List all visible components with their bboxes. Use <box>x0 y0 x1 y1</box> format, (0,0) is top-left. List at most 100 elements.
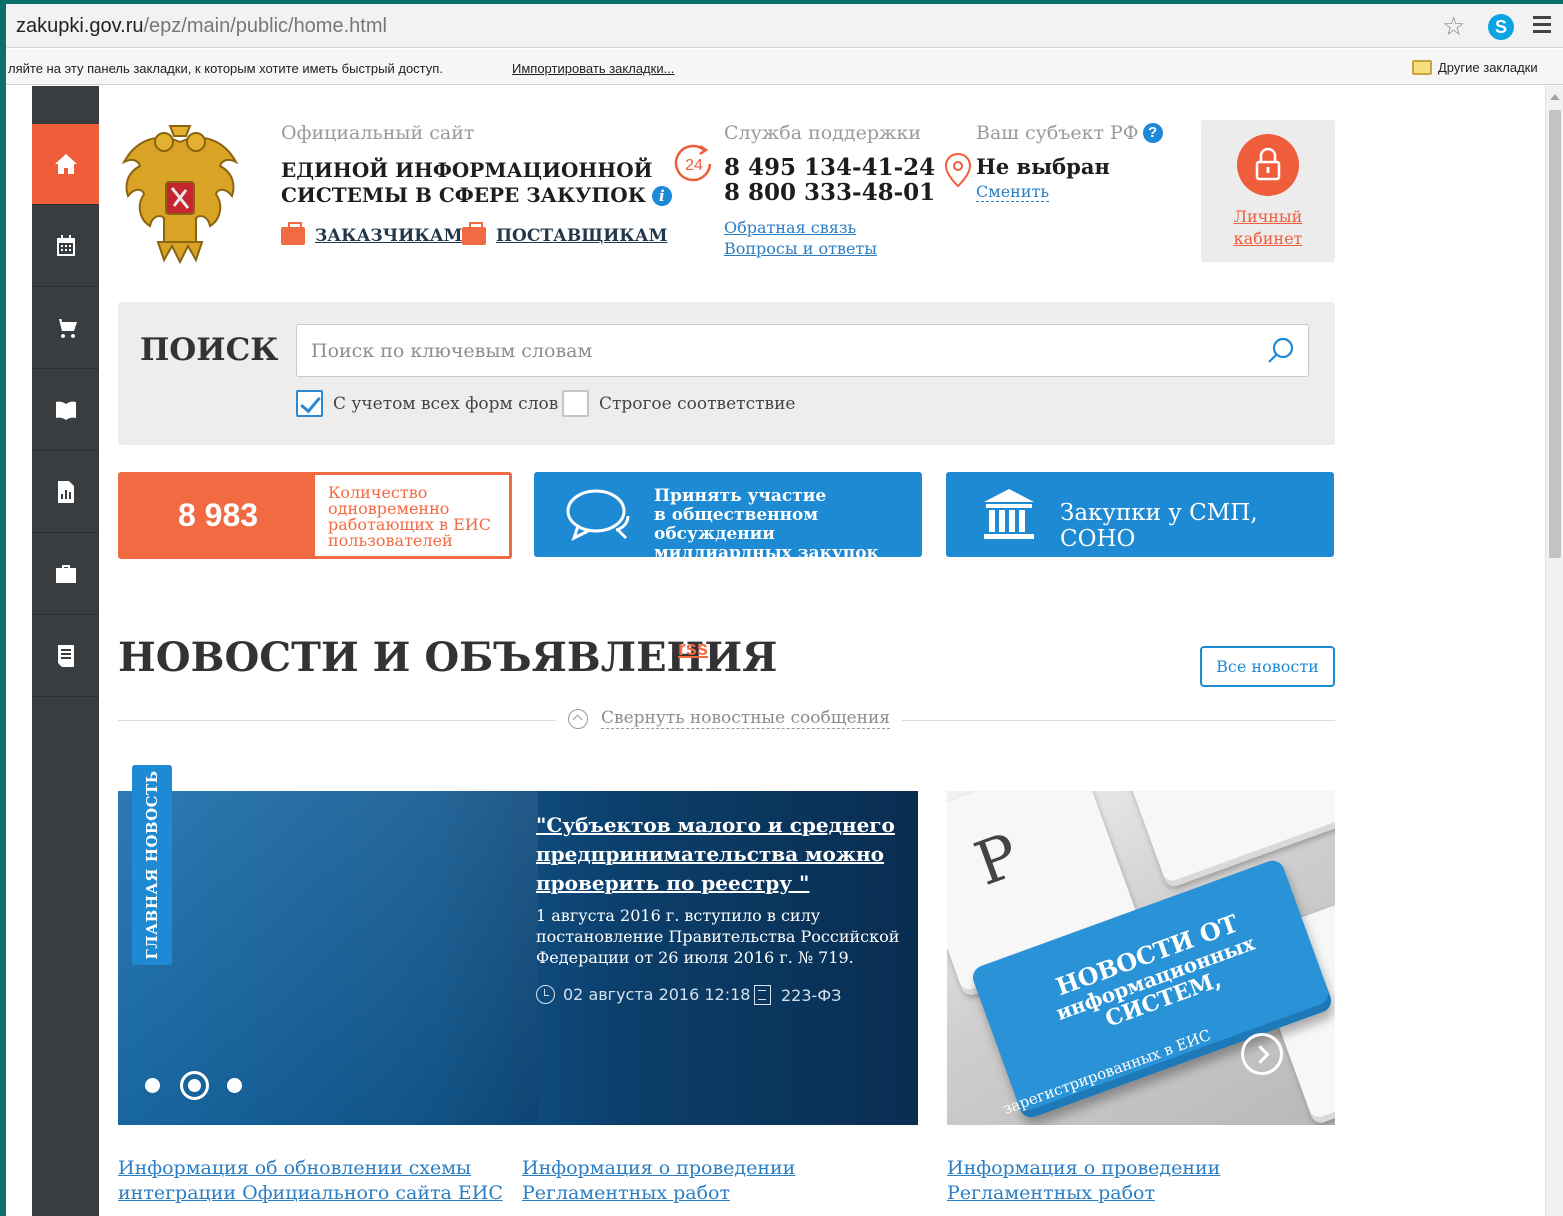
slide-dot-2-active[interactable] <box>180 1071 209 1100</box>
discussion-text: Принять участие в общественном обсуждени… <box>654 487 922 563</box>
customers-link[interactable]: ЗАКАЗЧИКАМ <box>281 222 463 246</box>
chat-bubbles-icon <box>566 489 630 541</box>
main-news-summary-line: Федерации от 26 июля 2016 г. № 719. <box>536 948 854 967</box>
main-news-law-text: 223-ФЗ <box>781 985 842 1005</box>
bookmarks-hint: ляйте на эту панель закладки, к которым … <box>8 61 443 76</box>
page-scrollbar[interactable] <box>1545 86 1563 1216</box>
scrollbar-thumb[interactable] <box>1549 110 1561 558</box>
news-link-2[interactable]: Информация о проведении Регламентных раб… <box>522 1156 795 1206</box>
rss-link[interactable]: rss <box>678 638 708 661</box>
cabinet-label-line2: кабинет <box>1233 229 1303 248</box>
main-news-ribbon: ГЛАВНАЯ НОВОСТЬ <box>132 765 172 965</box>
personal-cabinet-button[interactable]: Личный кабинет <box>1201 120 1335 262</box>
browser-window: zakupki.gov.ru/epz/main/public/home.html… <box>6 4 1563 1216</box>
arrow-right-icon[interactable] <box>1241 1033 1283 1075</box>
discussion-line: миллиардных закупок <box>654 543 879 563</box>
nav-purchases[interactable] <box>32 288 99 369</box>
slide-dot-3[interactable] <box>227 1078 242 1093</box>
main-news-title-line: проверить по реестру " <box>536 871 810 895</box>
public-discussion-banner[interactable]: Принять участие в общественном обсуждени… <box>534 472 922 563</box>
keyboard-key <box>1117 791 1335 889</box>
news-link-3[interactable]: Информация о проведении Регламентных раб… <box>947 1156 1220 1206</box>
main-news-title-line: "Субъектов малого и среднего <box>536 813 895 837</box>
other-bookmarks-link[interactable]: Другие закладки <box>1438 60 1538 75</box>
search-title: ПОИСК <box>140 332 279 368</box>
strict-match-checkbox[interactable]: Строгое соответствие <box>562 390 795 417</box>
discussion-line: в общественном обсуждении <box>654 505 819 544</box>
slide-dot-1[interactable] <box>145 1078 160 1093</box>
page-viewport: Официальный сайт ЕДИНОЙ ИНФОРМАЦИОННОЙ С… <box>6 86 1563 1216</box>
online-users-label: Количество одновременно работающих в ЕИС… <box>328 485 508 549</box>
cabinet-label: Личный кабинет <box>1201 206 1335 250</box>
news-link-1[interactable]: Информация об обновлении схемы интеграци… <box>118 1156 503 1206</box>
clock-icon <box>536 985 555 1004</box>
calendar-icon <box>56 235 75 256</box>
briefcase-icon <box>55 565 76 583</box>
main-news-ribbon-label: ГЛАВНАЯ НОВОСТЬ <box>143 770 161 960</box>
help-icon[interactable]: ? <box>1142 123 1163 143</box>
phone-1[interactable]: 8 495 134-41-24 <box>724 154 935 181</box>
feedback-link[interactable]: Обратная связь <box>724 218 856 237</box>
book-icon <box>55 401 76 420</box>
skype-icon[interactable]: S <box>1488 14 1514 40</box>
coat-of-arms-logo <box>121 125 239 264</box>
search-input[interactable] <box>296 324 1309 377</box>
import-bookmarks-link[interactable]: Импортировать закладки... <box>512 61 674 76</box>
news-link-line: Информация о проведении <box>947 1157 1221 1179</box>
info-systems-news-promo[interactable]: P НОВОСТИ ОТ информационных СИСТЕМ, заре… <box>947 791 1335 1125</box>
smp-purchases-banner[interactable]: Закупки у СМП, СОНО <box>946 472 1334 557</box>
bookmark-star-icon[interactable]: ☆ <box>1442 12 1472 42</box>
support-label: Служба поддержки <box>724 122 921 144</box>
slide-background <box>118 791 538 1125</box>
divider <box>902 720 1335 721</box>
chevron-up-icon <box>568 708 588 729</box>
nav-reports[interactable] <box>32 452 99 533</box>
folder-icon <box>1412 60 1432 75</box>
document-icon <box>754 985 771 1005</box>
all-word-forms-checkbox[interactable]: С учетом всех форм слов <box>296 390 558 417</box>
phone-2[interactable]: 8 800 333-48-01 <box>724 179 935 206</box>
address-bar[interactable]: zakupki.gov.ru/epz/main/public/home.html… <box>6 4 1563 48</box>
main-news-date-text: 02 августа 2016 12:18 <box>563 985 751 1004</box>
online-users-counter: 8 983 Количество одновременно работающих… <box>118 472 512 559</box>
main-news-title-line: предпринимательства можно <box>536 842 885 866</box>
support-24-icon: 24 <box>674 144 712 182</box>
customers-label: ЗАКАЗЧИКАМ <box>315 226 463 246</box>
nav-home[interactable] <box>32 124 99 205</box>
search-panel: ПОИСК С учетом всех форм слов Строгое со… <box>118 302 1335 445</box>
faq-link[interactable]: Вопросы и ответы <box>724 239 877 258</box>
search-icon[interactable] <box>1266 336 1296 366</box>
support-badge: 24 <box>685 157 703 174</box>
scroll-up-arrow-icon[interactable] <box>1550 94 1560 100</box>
region-label-text: Ваш субъект РФ <box>976 122 1139 144</box>
nav-business[interactable] <box>32 534 99 615</box>
info-icon[interactable]: i <box>651 186 672 206</box>
nav-calendar[interactable] <box>32 206 99 287</box>
online-users-count: 8 983 <box>121 475 315 556</box>
all-news-button[interactable]: Все новости <box>1200 646 1335 687</box>
main-news-summary: 1 августа 2016 г. вступило в силу постан… <box>536 905 908 968</box>
nav-registry[interactable] <box>32 370 99 451</box>
lock-icon <box>1237 134 1299 196</box>
region-change-link[interactable]: Сменить <box>976 182 1050 202</box>
online-label-line: пользователей <box>328 531 453 550</box>
main-news-summary-line: 1 августа 2016 г. вступило в силу <box>536 906 821 925</box>
strict-match-label: Строгое соответствие <box>599 393 796 414</box>
news-link-line: интеграции Официального сайта ЕИС <box>118 1182 503 1204</box>
collapse-news-toggle[interactable]: Свернуть новостные сообщения <box>568 708 891 729</box>
url-text[interactable]: zakupki.gov.ru/epz/main/public/home.html <box>16 15 387 38</box>
url-host: zakupki.gov.ru <box>16 15 144 37</box>
browser-menu-icon[interactable] <box>1533 16 1551 34</box>
collapse-news-label: Свернуть новостные сообщения <box>601 708 891 729</box>
side-nav <box>32 86 99 1216</box>
nav-documents[interactable] <box>32 616 99 697</box>
location-pin-icon <box>944 152 972 188</box>
main-news-title-link[interactable]: "Субъектов малого и среднего предпринима… <box>536 811 896 898</box>
news-link-line: Информация о проведении <box>522 1157 796 1179</box>
main-news-slide[interactable]: "Субъектов малого и среднего предпринима… <box>118 791 918 1125</box>
checkbox-unchecked[interactable] <box>562 390 589 417</box>
all-word-forms-label: С учетом всех форм слов <box>333 393 559 414</box>
checkbox-checked[interactable] <box>296 390 323 417</box>
suppliers-link[interactable]: ПОСТАВЩИКАМ <box>462 222 667 246</box>
main-news-summary-line: постановление Правительства Российской <box>536 927 900 946</box>
